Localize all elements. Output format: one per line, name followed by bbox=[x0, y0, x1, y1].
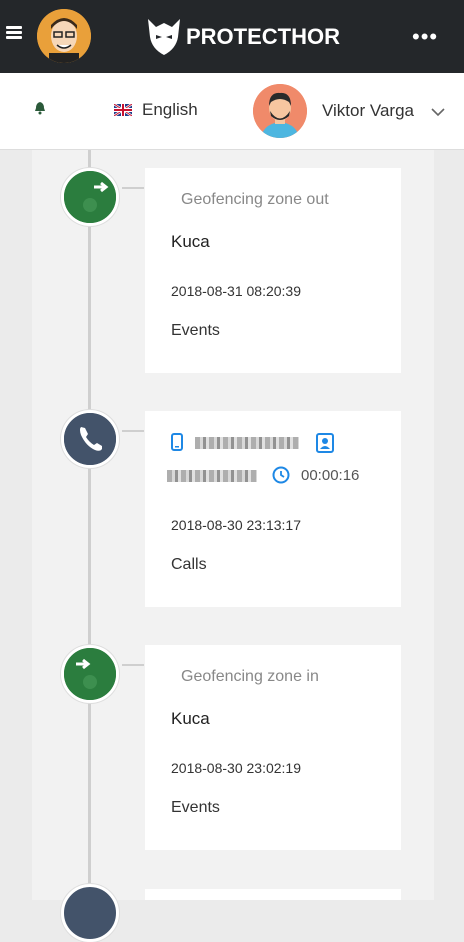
timeline-node-event bbox=[61, 645, 119, 703]
timeline-node-call bbox=[61, 410, 119, 468]
language-label: English bbox=[142, 100, 198, 119]
timeline-node-call bbox=[61, 884, 119, 942]
call-duration: 00:00:16 bbox=[301, 467, 360, 484]
timeline-card[interactable] bbox=[145, 889, 401, 900]
brand-name: PROTECTHOR bbox=[186, 24, 340, 49]
language-selector[interactable]: English bbox=[114, 100, 198, 120]
timeline-connector bbox=[122, 664, 144, 666]
event-category: Events bbox=[171, 799, 220, 816]
phone-number-redacted bbox=[195, 437, 299, 449]
timeline-card[interactable]: 00:00:16 2018-08-30 23:13:17 Calls bbox=[145, 411, 401, 607]
timeline-connector bbox=[122, 187, 144, 189]
event-title: Geofencing zone in bbox=[181, 668, 319, 685]
more-options-icon[interactable]: ••• bbox=[412, 24, 438, 50]
profile-avatar[interactable] bbox=[37, 9, 91, 63]
event-title: Geofencing zone out bbox=[181, 191, 329, 208]
timeline-line bbox=[88, 150, 91, 900]
enter-arrow-icon bbox=[64, 648, 116, 700]
phone-icon bbox=[64, 413, 116, 465]
event-category: Events bbox=[171, 322, 220, 339]
timeline-connector bbox=[122, 430, 144, 432]
timeline-card[interactable]: Geofencing zone in Kuca 2018-08-30 23:02… bbox=[145, 645, 401, 850]
event-place: Kuca bbox=[171, 232, 210, 251]
user-name[interactable]: Viktor Varga bbox=[322, 101, 414, 121]
contact-name-redacted bbox=[167, 470, 257, 482]
event-place: Kuca bbox=[171, 709, 210, 728]
call-datetime: 2018-08-30 23:13:17 bbox=[171, 517, 301, 533]
event-datetime: 2018-08-30 23:02:19 bbox=[171, 760, 301, 776]
bell-icon[interactable] bbox=[34, 101, 46, 120]
protecthor-logo: PROTECTHOR bbox=[146, 16, 340, 58]
chevron-down-icon[interactable] bbox=[431, 104, 445, 122]
uk-flag-icon bbox=[114, 104, 132, 116]
mobile-icon bbox=[171, 433, 183, 451]
event-datetime: 2018-08-31 08:20:39 bbox=[171, 283, 301, 299]
exit-arrow-icon bbox=[64, 171, 116, 223]
user-avatar[interactable] bbox=[253, 84, 307, 138]
top-bar: PROTECTHOR ••• bbox=[0, 0, 464, 73]
contact-icon[interactable] bbox=[315, 433, 335, 453]
timeline-node-event bbox=[61, 168, 119, 226]
clock-icon bbox=[272, 466, 290, 484]
call-category: Calls bbox=[171, 556, 207, 573]
protecthor-mask-icon bbox=[148, 19, 180, 55]
hamburger-icon[interactable] bbox=[6, 26, 22, 40]
timeline-card[interactable]: Geofencing zone out Kuca 2018-08-31 08:2… bbox=[145, 168, 401, 373]
